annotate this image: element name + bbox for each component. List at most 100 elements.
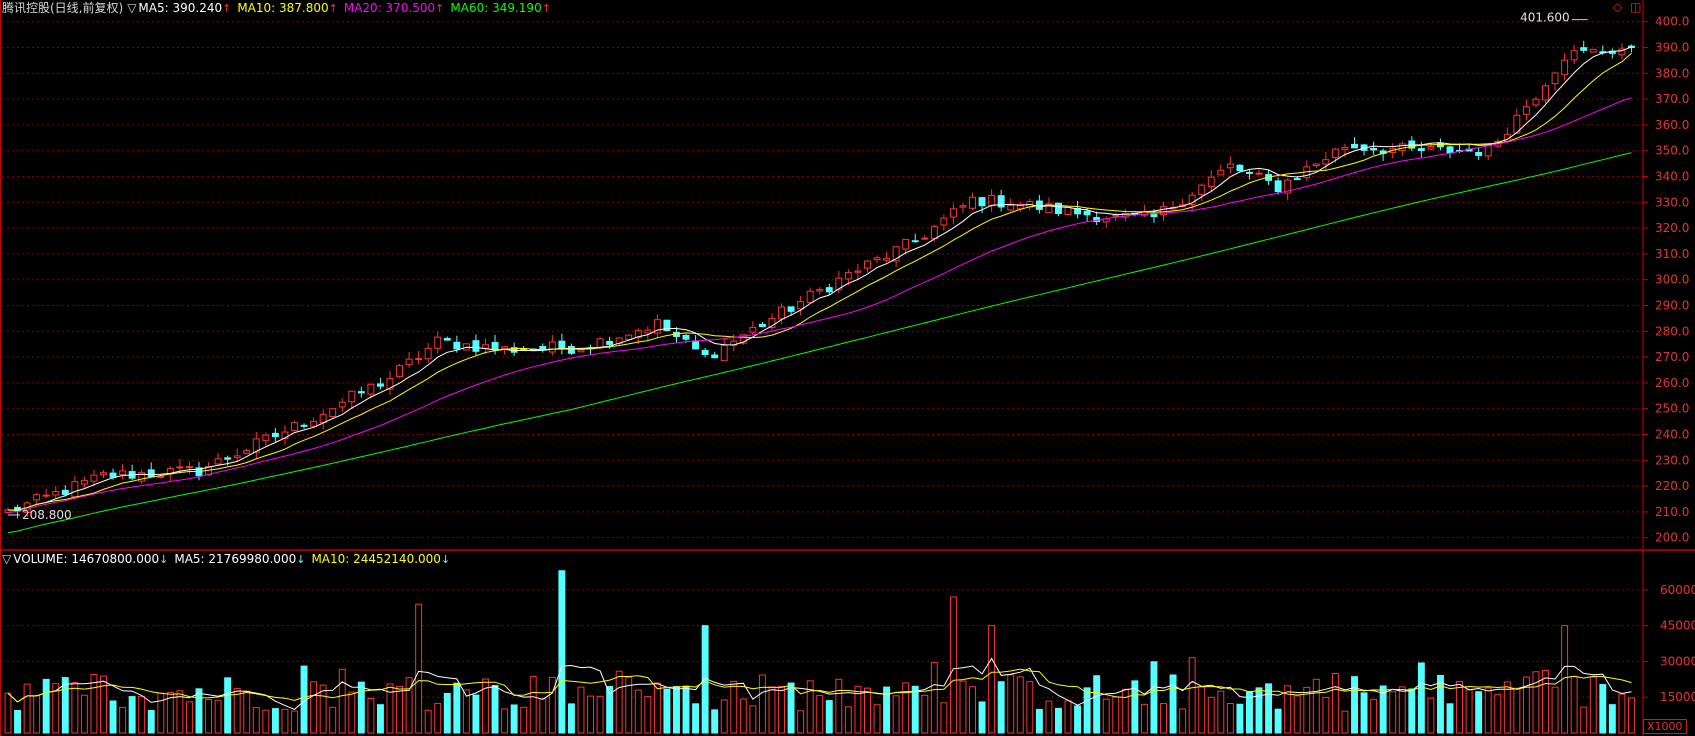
volume-bar-up (1618, 693, 1626, 734)
volume-bar-up (969, 686, 976, 734)
candle-up (482, 344, 489, 349)
volume-bar-up (1580, 706, 1588, 734)
volume-bar-up (797, 710, 805, 734)
volume-bar-up (1293, 695, 1301, 734)
volume-bar-down (1236, 703, 1244, 734)
ma60-legend: MA60: 349.190↑ (450, 1, 551, 15)
candle-up (806, 290, 814, 304)
volume-bar-up (319, 684, 327, 734)
volume-bar-up (243, 690, 251, 734)
volume-bar-down (1608, 704, 1616, 734)
volume-bar-up (1427, 697, 1435, 734)
stock-chart[interactable]: 200.0 210.0 220.0 230.0 240.0 250.0 260.0 270.0… (0, 0, 1695, 736)
volume-bar-down (1093, 675, 1101, 734)
volume-bar-up (281, 708, 289, 734)
candle-up (329, 408, 337, 417)
volume-bar-up (138, 695, 146, 734)
candle-up (1322, 159, 1330, 165)
candle-up (949, 208, 957, 218)
volume-bar-down (1436, 674, 1444, 734)
candle-up (100, 472, 107, 476)
volume-bar-down (472, 694, 480, 734)
volume-bar-up (33, 695, 41, 734)
candle-up (291, 422, 298, 431)
candle-up (940, 217, 948, 226)
candle-down (978, 197, 986, 207)
volume-bar-up (959, 680, 967, 734)
price-tick-label: 280.0 (1655, 324, 1689, 338)
ma-line-ma60 (7, 152, 1632, 534)
volume-bar-down (1599, 684, 1607, 734)
volume-grid (2, 589, 1643, 698)
chart-toolbar: ◇ ◫ (1613, 0, 1641, 14)
volume-bar-down (357, 681, 365, 734)
candle-up (930, 225, 938, 240)
candle-up (1570, 50, 1578, 61)
candle-down (758, 323, 766, 328)
volume-bar-up (4, 692, 12, 734)
volume-bar-up (1007, 674, 1015, 734)
volume-bar-up (119, 706, 127, 734)
candle-down (1475, 151, 1483, 156)
volume-bar-up (205, 698, 213, 734)
volume-bar-up (233, 688, 241, 734)
volume-bar-down (1408, 688, 1416, 734)
volume-bar-down (1274, 708, 1282, 734)
candle-down (1236, 164, 1244, 171)
volume-bar-up (921, 694, 929, 734)
candle-up (1007, 205, 1015, 211)
price-legend-toggle[interactable]: ▽ (127, 1, 136, 15)
candle-up (1542, 85, 1549, 101)
candle-up (310, 420, 318, 427)
volume-legend-toggle[interactable]: ▽ (2, 552, 11, 566)
candle-up (854, 270, 862, 273)
candle-up (1217, 169, 1225, 176)
candle-down (606, 341, 614, 345)
volume-bar-down (491, 685, 499, 734)
volume-bar-up (1198, 686, 1206, 734)
window-icon[interactable]: ◫ (1630, 0, 1641, 14)
volume-bar-down (997, 681, 1005, 734)
volume-bar-up (644, 696, 652, 734)
candle-up (1226, 163, 1234, 169)
candle-down (147, 469, 155, 478)
candle-up (797, 301, 805, 310)
candle-down (1083, 210, 1091, 216)
ma5-legend: MA5: 390.240↑ (138, 1, 232, 15)
candle-up (1589, 48, 1597, 53)
price-tick-label: 290.0 (1655, 299, 1689, 313)
candle-up (434, 336, 442, 349)
ma20-legend: MA20: 370.500↑ (343, 1, 445, 15)
volume-bar-up (1322, 696, 1330, 734)
candle-down (376, 383, 384, 387)
candle-down (558, 340, 566, 349)
volume-bar-down (1055, 707, 1062, 734)
volume-bar-up (262, 709, 270, 734)
volume-bar-down (825, 700, 833, 734)
volume-bar-down (1074, 705, 1082, 734)
price-tick-label: 380.0 (1655, 66, 1689, 80)
volume-bar-up (1045, 700, 1053, 734)
volume-bar-down (711, 709, 719, 734)
candle-down (271, 432, 279, 438)
volume-tick-label: 60000 (1660, 583, 1695, 597)
volume-bar-up (1589, 676, 1597, 734)
volume-bar-up (1226, 703, 1234, 734)
candle-up (396, 365, 403, 378)
candle-up (348, 390, 356, 403)
candle-down (1370, 147, 1378, 151)
candle-up (52, 491, 60, 496)
volume-bar-up (892, 695, 900, 734)
volume-bar-up (1570, 676, 1578, 734)
candle-down (1417, 148, 1425, 151)
diamond-icon[interactable]: ◇ (1613, 0, 1622, 14)
candle-up (921, 237, 929, 240)
volume-bar-down (1169, 674, 1177, 734)
high-price-label: 401.600 (1520, 11, 1570, 25)
candle-up (90, 474, 98, 482)
candle-up (33, 494, 41, 501)
volume-bar-down (376, 704, 384, 734)
candle-up (233, 455, 241, 459)
volume-bar-up (615, 670, 623, 734)
candle-up (119, 470, 127, 476)
